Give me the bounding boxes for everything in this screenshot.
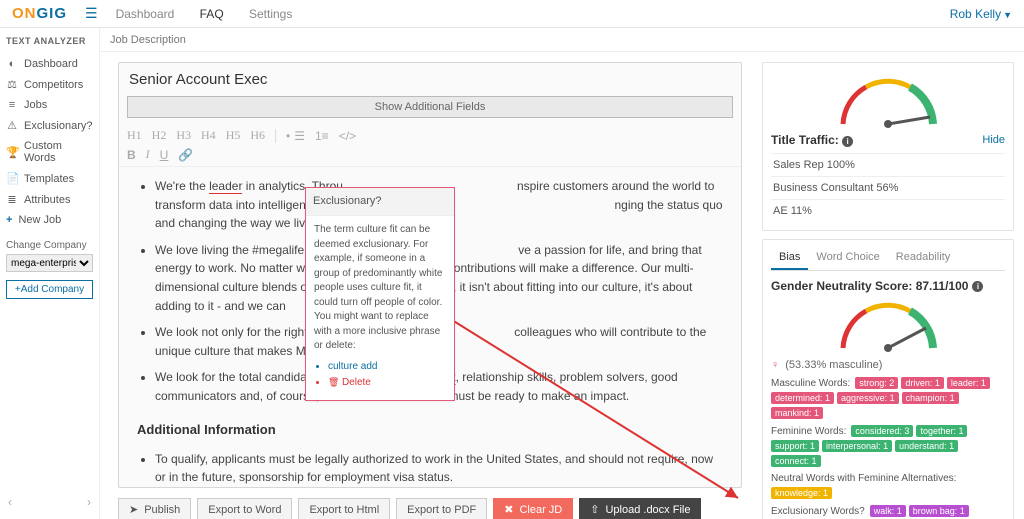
title-traffic-gauge — [828, 69, 948, 129]
word-pill[interactable]: determined: 1 — [771, 392, 834, 404]
tab-readability[interactable]: Readability — [888, 246, 958, 270]
sidebar-item-competitors[interactable]: ⚖Competitors — [6, 74, 93, 95]
sidebar-title: TEXT ANALYZER — [6, 36, 93, 46]
popover-body: The term culture fit can be deemed exclu… — [314, 224, 442, 351]
change-company-label: Change Company — [6, 240, 93, 251]
editor-toolbar: H1 H2 H3 H4 H5 H6 • ☰ 1≡ </> B — [119, 124, 741, 167]
info-icon[interactable]: i — [842, 136, 853, 147]
jd-title[interactable]: Senior Account Exec — [119, 63, 741, 96]
nav-dashboard[interactable]: Dashboard — [116, 7, 175, 21]
word-pill[interactable]: connect: 1 — [771, 455, 821, 467]
popover-title: Exclusionary? — [306, 188, 454, 216]
word-pill[interactable]: support: 1 — [771, 440, 819, 452]
word-pill[interactable]: aggressive: 1 — [837, 392, 899, 404]
popover-option-delete[interactable]: Delete — [328, 376, 446, 391]
title-traffic-label: Title Traffic: i — [771, 133, 853, 147]
popover-option-culture-add[interactable]: culture add — [328, 360, 446, 375]
h3-button[interactable]: H3 — [176, 128, 191, 143]
sidebar-item-templates[interactable]: 📄Templates — [6, 168, 93, 189]
hamburger-icon[interactable]: ☰ — [85, 5, 98, 22]
exclusionary-popover: Exclusionary? The term culture fit can b… — [305, 187, 455, 401]
show-additional-fields-button[interactable]: Show Additional Fields — [127, 96, 733, 118]
trophy-icon: 🏆 — [6, 146, 18, 159]
gauge-icon: ◐ — [6, 58, 18, 70]
sidebar-item-exclusionary[interactable]: ⚠Exclusionary? — [6, 115, 93, 136]
underline-button[interactable]: U — [160, 148, 169, 162]
word-pill[interactable]: interpersonal: 1 — [822, 440, 892, 452]
h1-button[interactable]: H1 — [127, 128, 142, 143]
female-icon: ♀ — [771, 359, 779, 371]
bullet-item: To qualify, applicants must be legally a… — [155, 450, 723, 487]
gender-neutrality-gauge — [828, 293, 948, 353]
title-traffic-row[interactable]: AE 11% — [771, 199, 1005, 222]
warning-icon: ⚠ — [6, 119, 18, 132]
people-icon: ⚖ — [6, 78, 18, 91]
list-icon: ≡ — [6, 99, 18, 111]
code-icon[interactable]: </> — [339, 129, 356, 143]
italic-button[interactable]: I — [146, 147, 150, 162]
masculine-percent: (53.33% masculine) — [785, 359, 882, 371]
rows-icon: ≣ — [6, 193, 18, 206]
sidebar-item-dashboard[interactable]: ◐Dashboard — [6, 54, 93, 74]
word-pill[interactable]: considered: 3 — [851, 425, 913, 437]
word-pill[interactable]: understand: 1 — [895, 440, 958, 452]
user-menu[interactable]: Rob Kelly▼ — [950, 7, 1012, 21]
sidebar-item-jobs[interactable]: ≡Jobs — [6, 95, 93, 115]
file-icon: 📄 — [6, 172, 18, 185]
h5-button[interactable]: H5 — [226, 128, 241, 143]
word-pill[interactable]: champion: 1 — [902, 392, 959, 404]
sidebar-collapse-left-icon[interactable]: ‹ — [8, 495, 12, 509]
publish-button[interactable]: ➤Publish — [118, 498, 191, 519]
section-heading-additional-info: Additional Information — [137, 420, 723, 440]
sidebar-item-custom-words[interactable]: 🏆Custom Words — [6, 136, 93, 168]
word-pill[interactable]: knowledge: 1 — [771, 487, 832, 499]
editor-body[interactable]: We're the leader in analytics. Throuxxxx… — [119, 167, 741, 487]
send-icon: ➤ — [129, 503, 138, 516]
h4-button[interactable]: H4 — [201, 128, 216, 143]
link-icon[interactable]: 🔗 — [178, 148, 193, 162]
export-word-button[interactable]: Export to Word — [197, 498, 292, 519]
sidebar-item-new-job[interactable]: +New Job — [6, 210, 93, 230]
bold-button[interactable]: B — [127, 148, 136, 162]
word-pill[interactable]: walk: 1 — [870, 505, 906, 517]
breadcrumb: Job Description — [100, 28, 1024, 52]
title-traffic-row[interactable]: Sales Rep 100% — [771, 153, 1005, 176]
numbered-list-icon[interactable]: 1≡ — [315, 129, 329, 143]
masculine-words-label: Masculine Words: — [771, 378, 850, 389]
gender-neutrality-label: Gender Neutrality Score: 87.11/100i — [771, 279, 1005, 293]
plus-icon: + — [6, 214, 12, 226]
h6-button[interactable]: H6 — [250, 128, 265, 143]
word-pill[interactable]: brown bag: 1 — [909, 505, 969, 517]
hide-link[interactable]: Hide — [982, 134, 1005, 146]
info-icon[interactable]: i — [972, 281, 983, 292]
neutral-words-label: Neutral Words with Feminine Alternatives… — [771, 473, 956, 484]
word-pill[interactable]: together: 1 — [916, 425, 967, 437]
word-pill[interactable]: leader: 1 — [947, 377, 990, 389]
clear-jd-button[interactable]: ✖Clear JD — [493, 498, 573, 519]
nav-faq[interactable]: FAQ — [200, 7, 224, 21]
upload-icon: ⇧ — [590, 503, 599, 516]
add-company-button[interactable]: +Add Company — [6, 280, 93, 299]
feminine-words-label: Feminine Words: — [771, 426, 846, 437]
title-traffic-row[interactable]: Business Consultant 56% — [771, 176, 1005, 199]
upload-docx-button[interactable]: ⇧Upload .docx File — [579, 498, 701, 519]
sidebar-collapse-right-icon[interactable]: › — [87, 495, 91, 509]
tab-bias[interactable]: Bias — [771, 246, 808, 270]
bullet-list-icon[interactable]: • ☰ — [286, 129, 305, 143]
export-pdf-button[interactable]: Export to PDF — [396, 498, 487, 519]
tab-word-choice[interactable]: Word Choice — [808, 246, 887, 270]
nav-settings[interactable]: Settings — [249, 7, 292, 21]
word-pill[interactable]: strong: 2 — [855, 377, 898, 389]
exclusionary-words-label: Exclusionary Words? — [771, 506, 865, 517]
word-pill[interactable]: mankind: 1 — [771, 407, 823, 419]
brand-logo: ONGIG — [12, 5, 67, 22]
flagged-word-leader[interactable]: leader — [209, 179, 242, 194]
x-icon: ✖ — [504, 503, 513, 516]
sidebar-item-attributes[interactable]: ≣Attributes — [6, 189, 93, 210]
company-select[interactable]: mega-enterprises — [6, 254, 93, 272]
h2-button[interactable]: H2 — [152, 128, 167, 143]
export-html-button[interactable]: Export to Html — [298, 498, 390, 519]
chevron-down-icon: ▼ — [1003, 10, 1012, 20]
word-pill[interactable]: driven: 1 — [901, 377, 944, 389]
